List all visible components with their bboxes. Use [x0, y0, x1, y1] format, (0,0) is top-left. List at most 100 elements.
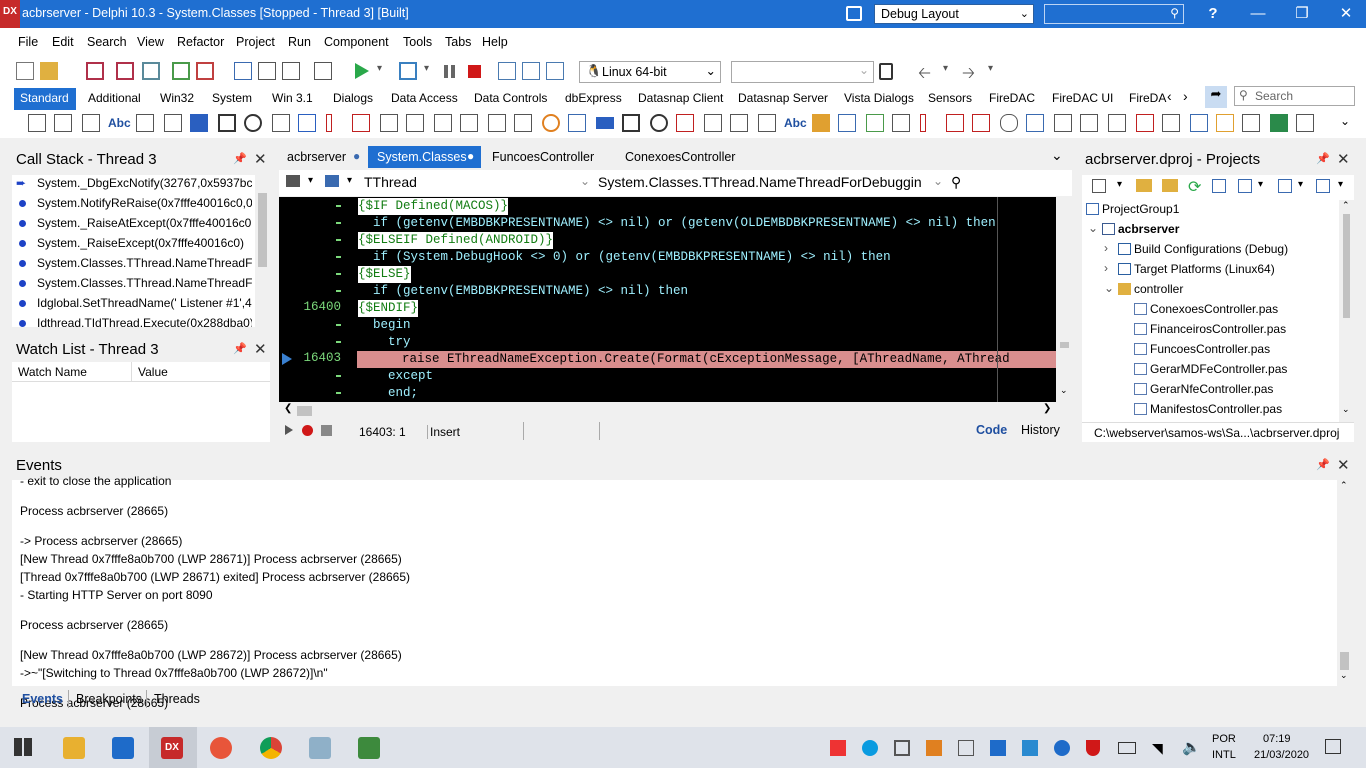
palette-tab-firedac-ui[interactable]: FireDAC UI	[1052, 91, 1113, 105]
outlook-icon[interactable]	[112, 737, 134, 759]
radiobutton-icon[interactable]	[244, 114, 262, 132]
chevron-down-icon[interactable]: ▾	[1117, 179, 1122, 190]
tree-node[interactable]: Build Configurations (Debug)	[1134, 242, 1288, 256]
notepad-icon[interactable]	[309, 737, 331, 759]
menu-file[interactable]: File	[18, 35, 38, 49]
layout-icon[interactable]	[846, 6, 862, 21]
button-icon[interactable]	[190, 114, 208, 132]
chevron-down-icon[interactable]: ▾	[347, 175, 352, 186]
record-macro-icon[interactable]	[302, 425, 313, 436]
component-icon[interactable]	[758, 114, 776, 132]
pin-icon[interactable]: 📌	[1316, 152, 1330, 165]
file-explorer-icon[interactable]	[63, 737, 85, 759]
palette-tab-win31[interactable]: Win 3.1	[272, 91, 313, 105]
sync-icon[interactable]	[1278, 179, 1292, 193]
play-macro-icon[interactable]	[285, 425, 293, 435]
editor-tab-funcoes[interactable]: FuncoesController	[492, 150, 594, 164]
view-icon[interactable]	[1316, 179, 1330, 193]
lang-code[interactable]: POR	[1212, 733, 1236, 745]
open-file-icon[interactable]	[234, 62, 252, 80]
editor-tab-system-classes[interactable]: System.Classes	[377, 150, 467, 164]
component-icon[interactable]	[892, 114, 910, 132]
tray-app-icon[interactable]	[894, 740, 910, 756]
tree-node[interactable]: GerarMDFeController.pas	[1150, 362, 1287, 376]
main-menu-icon[interactable]	[54, 114, 72, 132]
callstack-row[interactable]: ➨ System._DbgExcNotify(32767,0x5937bc,0	[12, 175, 252, 195]
refresh-icon[interactable]: ⟳	[1188, 177, 1201, 197]
target-platform-select[interactable]: 🐧 Linux 64-bit ⌄	[579, 61, 721, 83]
component-icon[interactable]	[1242, 114, 1260, 132]
lang-layout[interactable]: INTL	[1212, 749, 1236, 761]
expand-down-icon[interactable]: ⌄	[1104, 281, 1114, 295]
new-icon[interactable]	[16, 62, 34, 80]
chevron-down-icon[interactable]: ⌄	[1340, 114, 1350, 128]
tab-events[interactable]: Events	[22, 692, 63, 706]
tree-node[interactable]: acbrserver	[1118, 222, 1179, 236]
tree-node[interactable]: controller	[1134, 282, 1183, 296]
palette-tab-data-access[interactable]: Data Access	[391, 91, 458, 105]
close-icon[interactable]: ✕	[1337, 150, 1350, 168]
tray-app-icon[interactable]	[958, 740, 974, 756]
component-icon[interactable]	[1296, 114, 1314, 132]
pin-icon[interactable]: 📌	[1316, 458, 1330, 471]
windows-start-icon[interactable]	[14, 738, 32, 756]
menu-search[interactable]: Search	[87, 35, 127, 49]
chevron-left-icon[interactable]: ‹	[1167, 88, 1172, 104]
component-icon[interactable]	[514, 114, 532, 132]
palette-tab-datasnap-client[interactable]: Datasnap Client	[638, 91, 723, 105]
palette-tab-additional[interactable]: Additional	[88, 91, 141, 105]
chevron-down-icon[interactable]: ▾	[1338, 179, 1343, 190]
callstack-row[interactable]: Idthread.TIdThread.Execute(0x288dba0)	[12, 315, 252, 327]
notification-icon[interactable]	[1325, 739, 1341, 754]
chevron-down-icon[interactable]: ⌄	[580, 174, 590, 188]
desktop-layout-select[interactable]: Debug Layout ⌄	[874, 4, 1034, 24]
globe-icon[interactable]	[542, 114, 560, 132]
toggle-icon[interactable]	[1000, 114, 1018, 132]
class-combo[interactable]: TThread	[364, 174, 417, 190]
component-icon[interactable]	[460, 114, 478, 132]
component-icon[interactable]	[704, 114, 722, 132]
run-until-return-icon[interactable]	[546, 62, 564, 80]
tree-node[interactable]: GerarNfeController.pas	[1150, 382, 1273, 396]
tab-breakpoints[interactable]: Breakpoints	[76, 692, 142, 706]
tray-app-icon[interactable]	[926, 740, 942, 756]
component-icon[interactable]	[946, 114, 964, 132]
tree-node[interactable]: Target Platforms (Linux64)	[1134, 262, 1275, 276]
groupbox-icon[interactable]	[676, 114, 694, 132]
ide-search-input[interactable]: ⚲	[1044, 4, 1184, 24]
tools-icon[interactable]	[568, 114, 586, 132]
open-folder-icon[interactable]	[1136, 179, 1152, 192]
memo-icon[interactable]	[164, 114, 182, 132]
menu-tools[interactable]: Tools	[403, 35, 432, 49]
run-icon[interactable]	[355, 63, 369, 79]
expand-right-icon[interactable]: ›	[1104, 241, 1108, 255]
view-form-icon[interactable]	[314, 62, 332, 80]
clock-date[interactable]: 21/03/2020	[1254, 749, 1309, 761]
callstack-row[interactable]: System._RaiseExcept(0x7fffe40016c0)	[12, 235, 252, 255]
delphi-taskbar-icon[interactable]: DX	[161, 737, 183, 759]
radiogroup-icon[interactable]	[380, 114, 398, 132]
back-arrow-icon[interactable]: 🡠	[918, 62, 931, 89]
browser-icon[interactable]	[210, 737, 232, 759]
chevron-down-icon[interactable]: ▾	[988, 63, 993, 74]
tray-app-icon[interactable]	[830, 740, 846, 756]
component-icon[interactable]	[488, 114, 506, 132]
events-log[interactable]: - exit to close the application Process a…	[12, 474, 1352, 710]
palette-tab-standard[interactable]: Standard	[20, 91, 69, 105]
events-scrollbar[interactable]: ⌃ ⌄	[1337, 480, 1352, 686]
palette-tab-sensors[interactable]: Sensors	[928, 91, 972, 105]
chevron-down-icon[interactable]: ▾	[1258, 179, 1263, 190]
watch-col-name[interactable]: Watch Name	[18, 365, 87, 379]
tree-node[interactable]: ConexoesController.pas	[1150, 302, 1278, 316]
view-unit-icon[interactable]	[282, 62, 300, 80]
palette-tab-datasnap-server[interactable]: Datasnap Server	[738, 91, 828, 105]
radiobutton-icon[interactable]	[650, 114, 668, 132]
checkbox-icon[interactable]	[622, 114, 640, 132]
device-manager-icon[interactable]	[879, 63, 893, 80]
battery-icon[interactable]	[1118, 742, 1136, 754]
history-view-tab[interactable]: History	[1021, 423, 1060, 437]
component-icon[interactable]	[1108, 114, 1126, 132]
close-button[interactable]: ✕	[1324, 0, 1366, 28]
edit-icon[interactable]	[136, 114, 154, 132]
new-project-icon[interactable]	[1092, 179, 1106, 193]
